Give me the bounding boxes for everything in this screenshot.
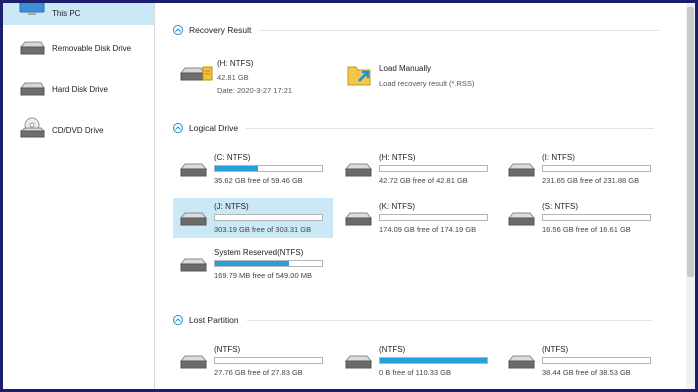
drive-usage-bar: [214, 260, 323, 267]
divider: [246, 127, 655, 129]
drive-usage-fill: [215, 261, 289, 266]
drive-usage-bar: [214, 357, 323, 364]
section-logical-drive[interactable]: Logical Drive: [173, 121, 655, 135]
sidebar-item-cd-dvd-drive[interactable]: CD/DVD Drive: [3, 112, 154, 148]
drive-usage-bar: [542, 165, 651, 172]
load-manually-item[interactable]: Load Manually Load recovery result (*.RS…: [345, 55, 505, 97]
drive-name: (S: NTFS): [542, 202, 578, 211]
removable-drive-icon: [19, 41, 45, 55]
drive-tile[interactable]: (S: NTFS) 16.56 GB free of 16.61 GB: [501, 198, 661, 238]
hard-drive-icon: [179, 163, 208, 177]
divider: [246, 319, 652, 321]
drive-usage-fill: [380, 358, 487, 363]
load-manually-subtitle: Load recovery result (*.RSS): [379, 79, 475, 88]
sidebar-item-hard-disk-drive[interactable]: Hard Disk Drive: [3, 71, 154, 107]
chevron-up-icon[interactable]: [173, 315, 183, 325]
drive-free-space: 27.76 GB free of 27.83 GB: [214, 368, 303, 377]
drive-tile[interactable]: (C: NTFS) 35.62 GB free of 59.46 GB: [173, 149, 333, 189]
cd-dvd-icon: [19, 117, 46, 138]
drive-name: (K: NTFS): [379, 202, 415, 211]
hard-drive-icon: [179, 212, 208, 226]
drive-name: (C: NTFS): [214, 153, 251, 162]
chevron-up-icon[interactable]: [173, 123, 183, 133]
drive-usage-bar: [542, 214, 651, 221]
drive-free-space: 35.62 GB free of 59.46 GB: [214, 176, 303, 185]
main-panel: Recovery Result (H: NTFS) 42.81 GB Date:…: [155, 3, 685, 389]
sidebar-item-this-pc[interactable]: This PC: [3, 3, 154, 25]
sidebar-item-label: This PC: [52, 9, 81, 18]
divider: [259, 29, 660, 31]
hard-drive-icon: [344, 212, 373, 226]
hard-drive-icon: [507, 212, 536, 226]
monitor-icon: [19, 3, 45, 15]
drive-name: (NTFS): [214, 345, 241, 354]
drive-usage-bar: [379, 357, 488, 364]
hard-drive-icon: [19, 82, 45, 96]
drive-free-space: 38.44 GB free of 38.53 GB: [542, 368, 631, 377]
recovery-drive-size: 42.81 GB: [217, 73, 249, 82]
folder-load-icon: [347, 66, 371, 86]
drive-tile[interactable]: (NTFS) 27.76 GB free of 27.83 GB: [173, 341, 333, 381]
sidebar-item-removable-disk-drive[interactable]: Removable Disk Drive: [3, 30, 154, 66]
drive-name: (NTFS): [542, 345, 569, 354]
hard-drive-icon: [344, 163, 373, 177]
sidebar-item-label: CD/DVD Drive: [52, 125, 104, 135]
section-recovery-result[interactable]: Recovery Result: [173, 23, 660, 37]
drive-tile[interactable]: (I: NTFS) 231.65 GB free of 231.88 GB: [501, 149, 661, 189]
recovery-date: Date: 2020-3-27 17:21: [217, 86, 293, 95]
section-title: Logical Drive: [189, 123, 239, 133]
hard-drive-icon: [179, 355, 208, 369]
hard-drive-icon: [179, 258, 208, 272]
section-lost-partition[interactable]: Lost Partition: [173, 313, 652, 327]
scrollbar-thumb[interactable]: [687, 7, 694, 277]
drive-tile[interactable]: (NTFS) 38.44 GB free of 38.53 GB: [501, 341, 661, 381]
drive-tile[interactable]: (NTFS) 0 B free of 110.33 GB: [338, 341, 498, 381]
sidebar-item-label: Hard Disk Drive: [52, 84, 109, 94]
hard-drive-icon: [507, 163, 536, 177]
load-manually-title: Load Manually: [379, 64, 432, 73]
drive-free-space: 231.65 GB free of 231.88 GB: [542, 176, 640, 185]
recovery-result-item[interactable]: (H: NTFS) 42.81 GB Date: 2020-3-27 17:21: [179, 55, 329, 97]
drive-free-space: 174.09 GB free of 174.19 GB: [379, 225, 477, 234]
drive-usage-bar: [379, 214, 488, 221]
drive-name: System Reserved(NTFS): [214, 248, 304, 257]
drive-name: (NTFS): [379, 345, 406, 354]
drive-free-space: 169.79 MB free of 549.00 MB: [214, 271, 312, 280]
scrollbar[interactable]: [686, 3, 695, 389]
hard-drive-icon: [344, 355, 373, 369]
recovery-drive-name: (H: NTFS): [217, 59, 254, 68]
drive-usage-bar: [542, 357, 651, 364]
drive-free-space: 42.72 GB free of 42.81 GB: [379, 176, 468, 185]
drive-free-space: 0 B free of 110.33 GB: [379, 368, 451, 377]
drive-tile[interactable]: (J: NTFS) 303.19 GB free of 303.31 GB: [173, 198, 333, 238]
sidebar: This PC Removable Disk Drive Hard Disk D…: [3, 3, 155, 389]
drive-tile[interactable]: (K: NTFS) 174.09 GB free of 174.19 GB: [338, 198, 498, 238]
drive-name: (I: NTFS): [542, 153, 575, 162]
app-window: This PC Removable Disk Drive Hard Disk D…: [3, 3, 695, 389]
drive-usage-bar: [379, 165, 488, 172]
chevron-up-icon[interactable]: [173, 25, 183, 35]
drive-usage-bar: [214, 165, 323, 172]
section-title: Recovery Result: [189, 25, 252, 35]
drive-free-space: 303.19 GB free of 303.31 GB: [214, 225, 312, 234]
section-title: Lost Partition: [189, 315, 239, 325]
drive-usage-fill: [215, 166, 258, 171]
hard-drive-result-icon: [179, 66, 213, 81]
drive-tile[interactable]: System Reserved(NTFS) 169.79 MB free of 5…: [173, 244, 333, 284]
hard-drive-icon: [507, 355, 536, 369]
drive-free-space: 16.56 GB free of 16.61 GB: [542, 225, 631, 234]
sidebar-item-label: Removable Disk Drive: [52, 43, 132, 53]
drive-usage-bar: [214, 214, 323, 221]
drive-tile[interactable]: (H: NTFS) 42.72 GB free of 42.81 GB: [338, 149, 498, 189]
drive-name: (J: NTFS): [214, 202, 249, 211]
drive-name: (H: NTFS): [379, 153, 416, 162]
